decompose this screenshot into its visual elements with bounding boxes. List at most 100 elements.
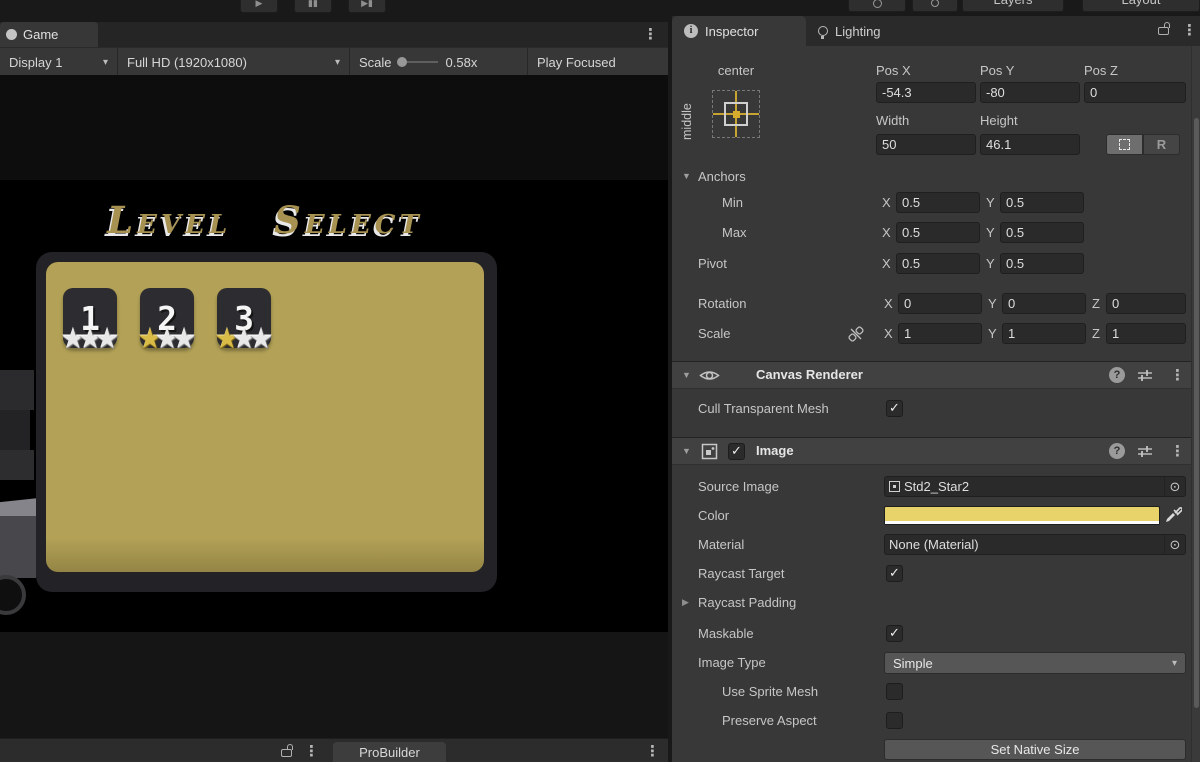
axis-x-label: X [882,222,891,243]
pos-y-field[interactable]: -80 [980,82,1080,103]
axis-x-label: X [882,192,891,213]
image-type-label: Image Type [698,652,766,673]
object-picker-icon[interactable]: ⊙ [1164,477,1185,496]
game-toolbar: Display 1 ▾ Full HD (1920x1080) ▾ Scale … [0,47,668,75]
image-type-value: Simple [893,656,1172,671]
width-field[interactable]: 50 [876,134,976,155]
cull-transparent-mesh-checkbox[interactable] [886,400,903,417]
chevron-down-icon: ▾ [335,57,340,68]
component-foldout-icon[interactable]: ▼ [682,365,691,386]
use-sprite-mesh-label: Use Sprite Mesh [722,681,818,702]
material-field[interactable]: None (Material) ⊙ [884,534,1186,555]
unlink-scale-icon[interactable] [848,326,864,345]
scale-x-field[interactable]: 1 [898,323,982,344]
rotation-z-field[interactable]: 0 [1106,293,1186,314]
help-icon[interactable]: ? [1109,367,1125,383]
eyedropper-icon[interactable] [1164,506,1182,527]
component-kebab-icon[interactable]: ⋮ [1170,444,1185,459]
canvas-renderer-header[interactable]: ▼ Canvas Renderer ? ⋮ [672,361,1192,389]
rotation-y-field[interactable]: 0 [1002,293,1086,314]
anchor-min-y-field[interactable]: 0.5 [1000,192,1084,213]
inspector-kebab-icon[interactable]: ⋮ [1182,23,1197,38]
scale-slider-knob[interactable] [397,57,407,67]
pivot-y-field[interactable]: 0.5 [1000,253,1084,274]
pivot-label: Pivot [698,253,727,274]
source-image-field[interactable]: Std2_Star2 ⊙ [884,476,1186,497]
viewport-letterbox [0,632,668,738]
help-icon[interactable]: ? [1109,443,1125,459]
set-native-size-button[interactable]: Set Native Size [884,739,1186,760]
source-image-value: Std2_Star2 [904,479,1164,494]
game-view-panel: Game ⋮ Display 1 ▾ Full HD (1920x1080) ▾… [0,0,668,762]
pivot-x-field[interactable]: 0.5 [896,253,980,274]
raycast-padding-foldout-icon[interactable]: ▶ [682,592,689,613]
scrollbar-thumb[interactable] [1194,118,1199,708]
anchor-max-y-field[interactable]: 0.5 [1000,222,1084,243]
scale-z-field[interactable]: 1 [1106,323,1186,344]
use-sprite-mesh-checkbox[interactable] [886,683,903,700]
lighting-tab-label: Lighting [835,24,881,39]
image-header[interactable]: ▼ Image ? ⋮ [672,437,1192,465]
anchor-min-x-field[interactable]: 0.5 [896,192,980,213]
image-enabled-checkbox[interactable] [728,443,745,460]
anchor-max-x-field[interactable]: 0.5 [896,222,980,243]
height-field[interactable]: 46.1 [980,134,1080,155]
component-kebab-icon[interactable]: ⋮ [1170,368,1185,383]
image-type-dropdown[interactable]: Simple ▾ [884,652,1186,674]
scene-object-block [0,410,30,450]
star-icon [249,325,274,353]
scale-value: 0.58x [446,55,478,70]
unlock-icon[interactable] [281,749,292,757]
tab-lighting[interactable]: Lighting [818,16,881,46]
scale-slider[interactable] [400,61,438,63]
anchor-preset-widget[interactable] [712,90,760,138]
blueprint-mode-toggle[interactable] [1106,134,1143,155]
play-focused-dropdown[interactable]: Play Focused [528,48,668,76]
object-picker-icon[interactable]: ⊙ [1164,535,1185,554]
play-focused-label: Play Focused [537,55,616,70]
tab-probuilder[interactable]: ProBuilder [333,742,446,762]
axis-y-label: Y [988,293,997,314]
rotation-x-field[interactable]: 0 [898,293,982,314]
inspector-content: center middle Pos X Pos Y Pos Z -54.3 -8… [672,46,1200,762]
unity-editor: ▶ ▮▮ ▶▮ Layers Layout Game ⋮ Display 1 ▾… [0,0,1200,762]
tab-game[interactable]: Game [0,22,98,47]
cull-transparent-mesh-label: Cull Transparent Mesh [698,398,829,419]
bottom-kebab-icon[interactable]: ⋮ [304,744,319,759]
height-label: Height [980,110,1018,131]
inspector-scrollbar[interactable] [1191,46,1200,762]
anchors-foldout-icon[interactable]: ▼ [682,166,691,187]
maskable-checkbox[interactable] [886,625,903,642]
presets-icon[interactable] [1137,369,1153,385]
scale-label: Scale [698,323,731,344]
rotation-label: Rotation [698,293,746,314]
game-menu-kebab-icon[interactable]: ⋮ [643,27,658,42]
preserve-aspect-checkbox[interactable] [886,712,903,729]
level-1-stars [52,325,128,353]
info-icon: i [684,24,698,38]
raycast-target-checkbox[interactable] [886,565,903,582]
scale-y-field[interactable]: 1 [1002,323,1086,344]
tab-inspector[interactable]: i Inspector [672,16,806,46]
probuilder-label: ProBuilder [359,745,420,760]
pos-x-label: Pos X [876,60,911,81]
bottom-right-kebab-icon[interactable]: ⋮ [645,744,660,759]
inspector-panel: i Inspector Lighting ⋮ center middle Pos… [672,0,1200,762]
axis-x-label: X [882,253,891,274]
color-swatch[interactable] [884,506,1160,525]
display-dropdown[interactable]: Display 1 ▾ [0,48,118,76]
resolution-dropdown[interactable]: Full HD (1920x1080) ▾ [118,48,350,76]
color-label: Color [698,505,729,526]
pos-x-field[interactable]: -54.3 [876,82,976,103]
raw-edit-toggle[interactable]: R [1143,134,1180,155]
pos-z-label: Pos Z [1084,60,1118,81]
source-image-label: Source Image [698,476,779,497]
presets-icon[interactable] [1137,445,1153,461]
scale-section: Scale 0.58x [350,48,528,76]
pos-z-field[interactable]: 0 [1084,82,1186,103]
component-foldout-icon[interactable]: ▼ [682,441,691,462]
scene-background [0,75,668,180]
chevron-down-icon: ▾ [103,57,108,68]
axis-x-label: X [884,293,893,314]
inspector-lock-icon[interactable] [1158,27,1169,35]
